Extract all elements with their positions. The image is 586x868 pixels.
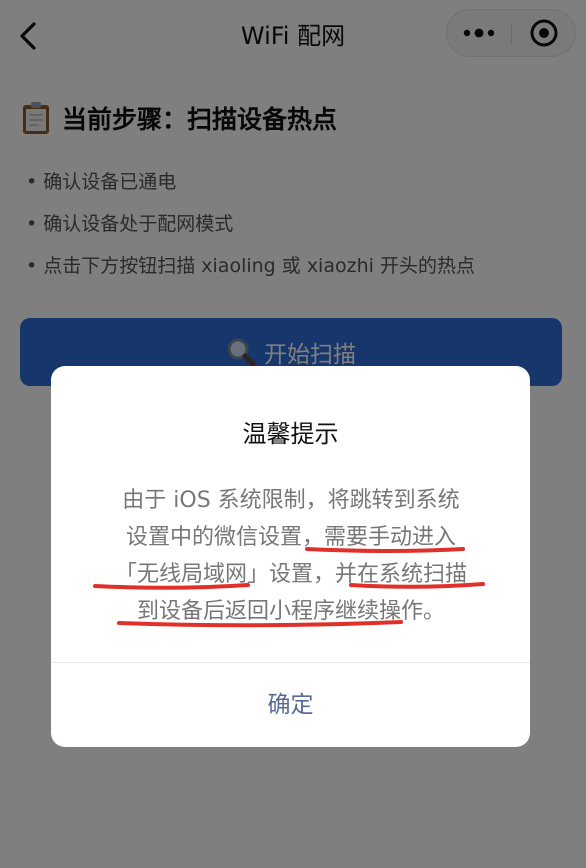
dialog-message-line: 设置中的微信设置，需要手动进入 xyxy=(125,525,456,550)
dialog-title: 温馨提示 xyxy=(242,420,339,448)
dialog-message-line: 由于 iOS 系统限制，将跳转到系统 xyxy=(122,488,460,513)
dialog-message-line: 「无线局域网」设置，并在系统扫描 xyxy=(114,562,467,587)
dialog-message: 由于 iOS 系统限制，将跳转到系统 设置中的微信设置，需要手动进入 「无线局域… xyxy=(91,482,491,632)
notice-dialog: 温馨提示 由于 iOS 系统限制，将跳转到系统 设置中的微信设置，需要手动进入 … xyxy=(51,366,530,747)
confirm-button[interactable]: 确定 xyxy=(51,663,530,747)
dialog-message-line: 到设备后返回小程序继续操作。 xyxy=(136,599,445,624)
